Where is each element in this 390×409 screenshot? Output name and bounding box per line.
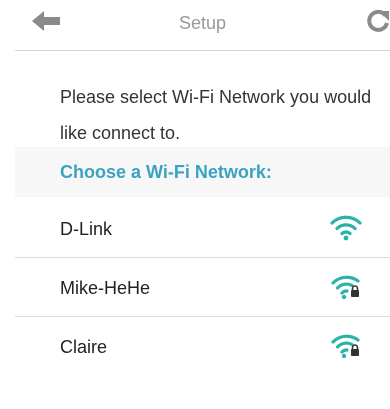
setup-screen: Setup Please select Wi-Fi Network you wo… xyxy=(0,0,390,409)
instruction-text: Please select Wi-Fi Network you would li… xyxy=(60,87,372,143)
wifi-open-icon xyxy=(330,215,362,241)
network-name: Claire xyxy=(60,337,108,357)
refresh-icon xyxy=(367,9,389,32)
wifi-locked-icon xyxy=(331,275,360,300)
header-bar: Setup xyxy=(15,0,390,51)
wifi-locked-icon xyxy=(331,334,360,359)
network-name: D-Link xyxy=(60,219,113,239)
choose-network-label: Choose a Wi-Fi Network: xyxy=(60,162,272,182)
network-row-claire[interactable]: Claire xyxy=(15,317,390,375)
network-row-d-link[interactable]: D-Link xyxy=(15,199,390,258)
network-name: Mike-HeHe xyxy=(60,278,151,298)
network-row-mike-hehe[interactable]: Mike-HeHe xyxy=(15,258,390,317)
choose-network-bar: Choose a Wi-Fi Network: xyxy=(15,147,390,197)
page-title: Setup xyxy=(178,13,227,33)
refresh-button[interactable] xyxy=(365,8,390,34)
